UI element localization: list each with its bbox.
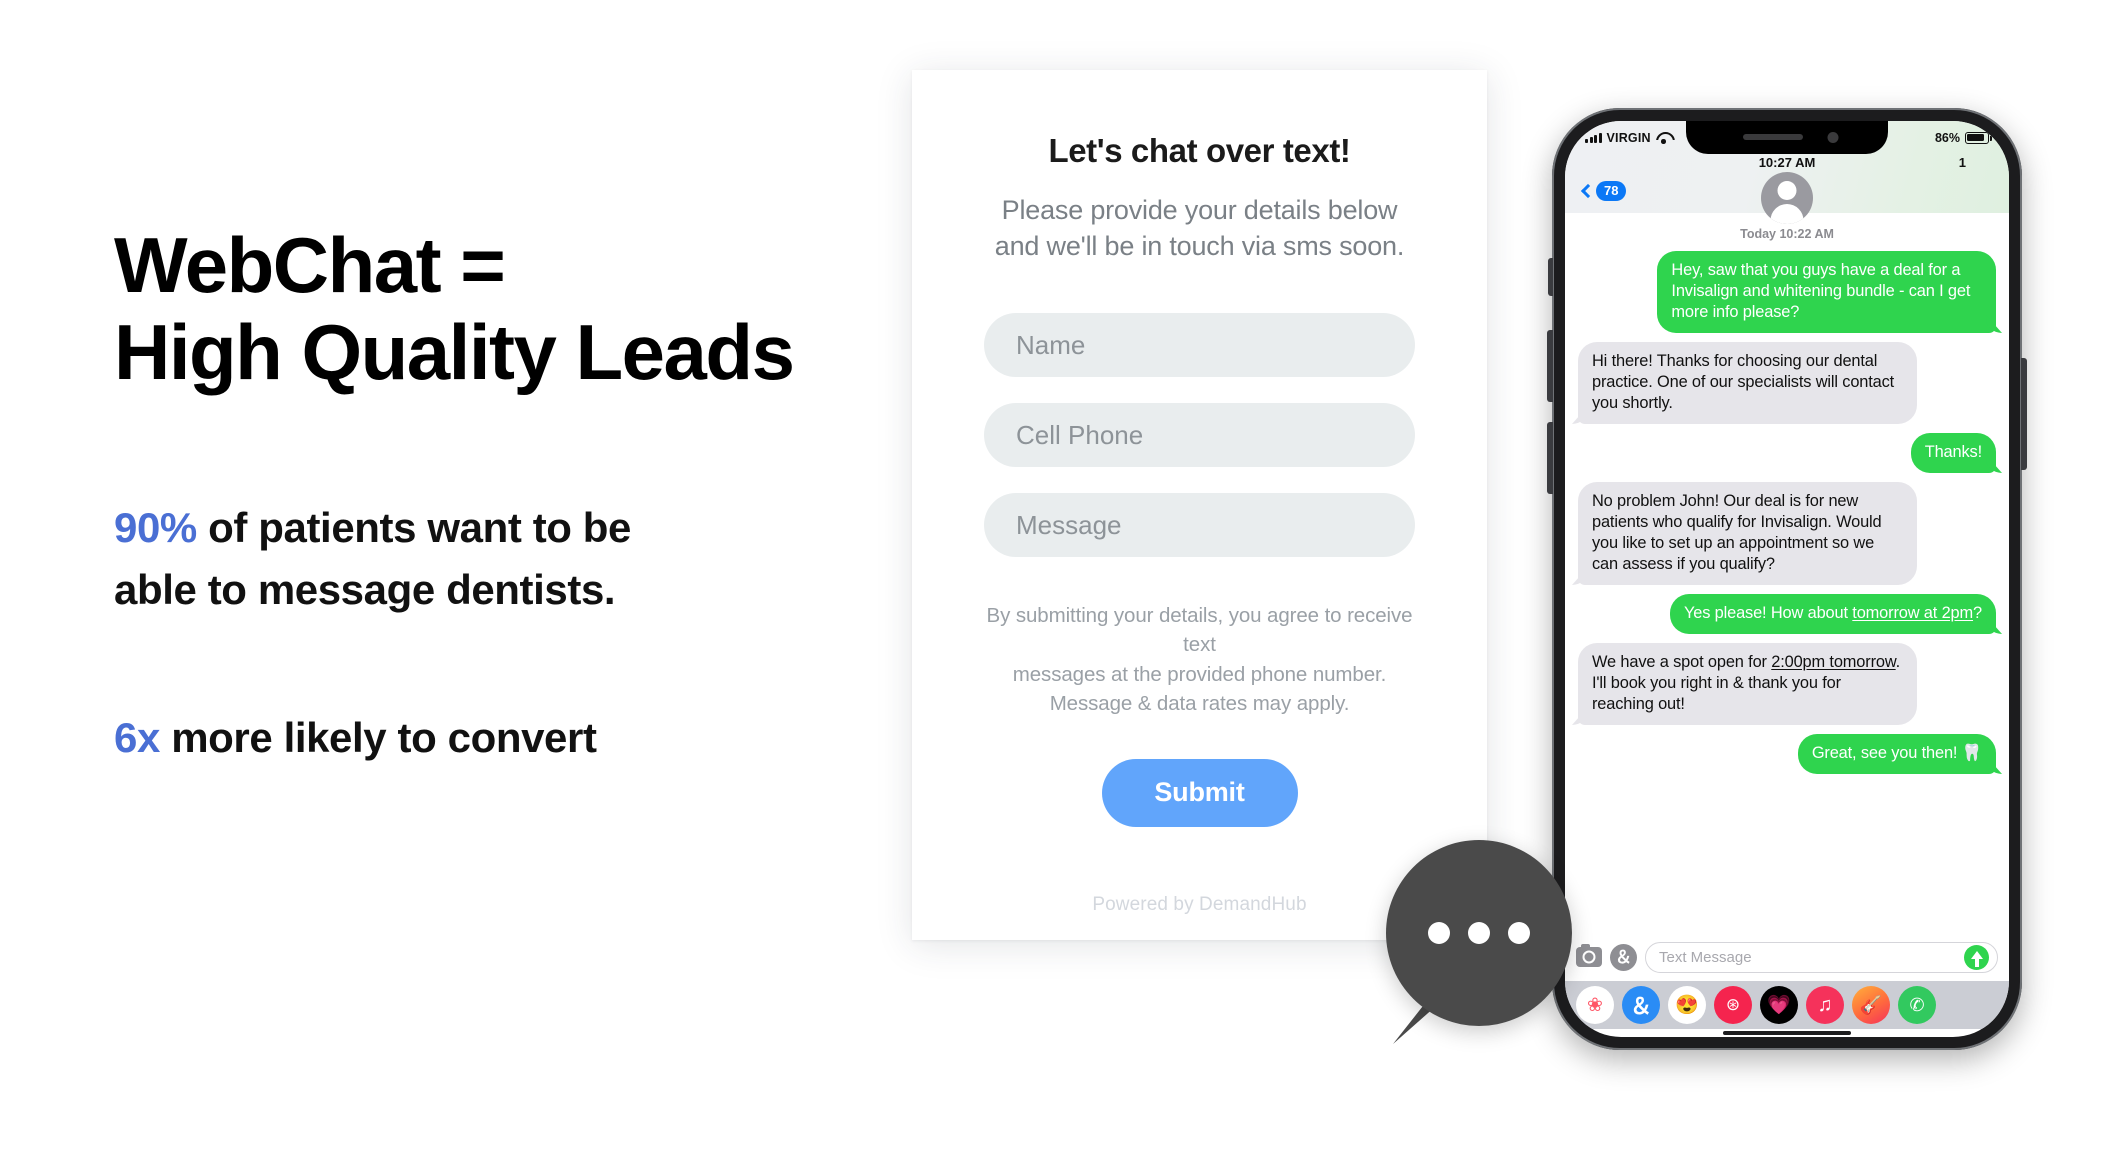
message-row: Yes please! How about tomorrow at 2pm?	[1578, 594, 1996, 634]
msg-text-link[interactable]: 2:00pm tomorrow	[1771, 653, 1896, 671]
back-button[interactable]: 78	[1580, 181, 1627, 201]
cell-phone-input[interactable]	[984, 403, 1415, 468]
message-row: Great, see you then! 🦷	[1578, 734, 1996, 774]
msg-text-pre: Yes please! How about	[1683, 604, 1853, 622]
volume-up-button[interactable]	[1547, 330, 1553, 402]
form-title: Let's chat over text!	[1048, 132, 1351, 169]
message-bubble-outgoing: Yes please! How about tomorrow at 2pm?	[1669, 594, 1996, 634]
conversation-thread[interactable]: Today 10:22 AM Hey, saw that you guys ha…	[1565, 213, 2009, 933]
earpiece-speaker	[1743, 134, 1803, 140]
memoji-app-icon[interactable]: 😍	[1668, 986, 1706, 1024]
stat-line-1: 90% of patients want to be	[114, 497, 964, 559]
message-row: We have a spot open for 2:00pm tomorrow.…	[1578, 643, 1996, 725]
message-bubble-incoming: No problem John! Our deal is for new pat…	[1578, 482, 1917, 585]
app-store-app-icon[interactable]: ＆	[1622, 986, 1660, 1024]
power-button[interactable]	[2021, 358, 2027, 470]
form-subtitle: Please provide your details below and we…	[984, 192, 1415, 264]
disclaimer-line-1: By submitting your details, you agree to…	[986, 604, 1413, 657]
header-count: 1	[1958, 155, 1966, 170]
music-app-icon[interactable]: ♫	[1806, 986, 1844, 1024]
avatar-head-icon	[1777, 181, 1797, 200]
message-bubble-incoming: Hi there! Thanks for choosing our dental…	[1578, 342, 1917, 424]
photos-app-icon[interactable]: ❀	[1576, 986, 1614, 1024]
green-app-icon[interactable]: ✆	[1898, 986, 1936, 1024]
message-input[interactable]	[984, 493, 1415, 558]
headline-line-2: High Quality Leads	[114, 308, 795, 397]
msg-text-link[interactable]: tomorrow at 2pm	[1852, 604, 1973, 622]
webchat-form-card: Let's chat over text! Please provide you…	[912, 70, 1487, 940]
iphone-mockup: VIRGIN 86% 10:27 AM 1 78 Today 10:22 AM …	[1547, 108, 2027, 1050]
message-row: Hey, saw that you guys have a deal for a…	[1578, 251, 1996, 333]
unread-badge: 78	[1596, 181, 1627, 201]
day-timestamp: Today 10:22 AM	[1740, 227, 1834, 241]
phone-screen: VIRGIN 86% 10:27 AM 1 78 Today 10:22 AM …	[1565, 121, 2009, 1037]
contact-avatar[interactable]	[1761, 172, 1813, 224]
form-subtitle-line-2: and we'll be in touch via sms soon.	[994, 231, 1405, 262]
message-bubble-outgoing: Hey, saw that you guys have a deal for a…	[1657, 251, 1996, 333]
camera-icon[interactable]	[1576, 943, 1602, 967]
chat-dots-icon[interactable]	[1386, 840, 1572, 1026]
stat-line-2: able to message dentists.	[114, 565, 616, 613]
text-message-placeholder: Text Message	[1659, 948, 1752, 966]
name-input[interactable]	[984, 313, 1415, 378]
msg-text-pre: We have a spot open for	[1592, 653, 1772, 671]
form-fields	[984, 313, 1415, 558]
stat-value-90-percent: 90%	[114, 503, 197, 551]
stat-text-2: more likely to convert	[159, 714, 597, 762]
message-bubble-outgoing: Great, see you then! 🦷	[1797, 734, 1996, 774]
front-camera-icon	[1827, 132, 1839, 143]
floating-chat-widget[interactable]	[1386, 840, 1572, 1044]
stat-text-1a: of patients want to be	[196, 503, 632, 551]
dot-2	[1468, 922, 1490, 944]
slide-canvas: WebChat = High Quality Leads 90% of pati…	[0, 0, 2112, 1160]
garageband-app-icon[interactable]: 🎸	[1852, 986, 1890, 1024]
header-time: 10:27 AM	[1758, 155, 1816, 170]
form-disclaimer: By submitting your details, you agree to…	[984, 601, 1415, 717]
message-bubble-incoming: We have a spot open for 2:00pm tomorrow.…	[1578, 643, 1917, 725]
battery-icon	[1965, 131, 1992, 144]
send-arrow-up-icon[interactable]	[1964, 944, 1989, 970]
msg-text-post: ?	[1973, 604, 1982, 622]
headline-line-1: WebChat =	[114, 221, 506, 309]
message-bubble-outgoing: Thanks!	[1910, 433, 1996, 473]
message-row: Hi there! Thanks for choosing our dental…	[1578, 342, 1996, 424]
chevron-left-icon	[1580, 183, 1596, 199]
text-message-input[interactable]: Text Message	[1645, 941, 1998, 973]
signal-bars-icon	[1585, 132, 1602, 143]
disclaimer-line-3: Message & data rates may apply.	[1049, 691, 1350, 715]
battery-percent-label: 86%	[1934, 130, 1960, 145]
app-store-icon[interactable]: ＆	[1610, 943, 1637, 971]
disclaimer-line-2: messages at the provided phone number.	[1012, 662, 1387, 686]
message-row: Thanks!	[1578, 433, 1996, 473]
volume-down-button[interactable]	[1547, 422, 1553, 494]
dot-1	[1428, 922, 1450, 944]
avatar-body-icon	[1770, 204, 1804, 224]
mute-switch-button[interactable]	[1548, 258, 1553, 296]
message-row: No problem John! Our deal is for new pat…	[1578, 482, 1996, 585]
notch	[1686, 121, 1888, 154]
images-search-app-icon[interactable]: ⊛	[1714, 986, 1752, 1024]
imessage-app-dock: ❀ ＆ 😍 ⊛ 💗 ♫ 🎸 ✆	[1565, 981, 2009, 1029]
page-title: WebChat = High Quality Leads	[114, 221, 964, 397]
dot-3	[1508, 922, 1530, 944]
digital-touch-app-icon[interactable]: 💗	[1760, 986, 1798, 1024]
submit-button[interactable]: Submit	[1101, 758, 1298, 827]
message-input-bar: ＆ Text Message	[1565, 933, 2009, 981]
wifi-icon	[1656, 132, 1671, 144]
powered-by-label: Powered by DemandHub	[1092, 893, 1307, 915]
carrier-label: VIRGIN	[1606, 130, 1651, 145]
stats-block: 90% of patients want to be able to messa…	[114, 497, 964, 769]
form-subtitle-line-1: Please provide your details below	[1001, 195, 1398, 225]
home-indicator	[1723, 1031, 1851, 1035]
stat-value-6x: 6x	[114, 714, 160, 762]
stat-line-3: 6x more likely to convert	[114, 707, 964, 769]
marketing-copy: WebChat = High Quality Leads 90% of pati…	[114, 221, 964, 769]
